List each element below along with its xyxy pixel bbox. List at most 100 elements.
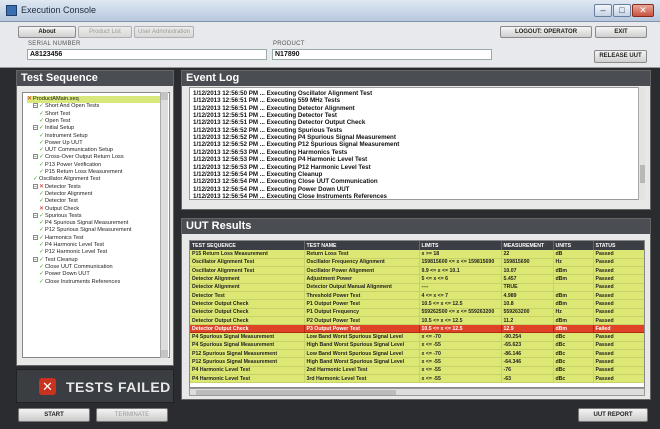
table-cell: ---- xyxy=(419,283,502,293)
table-row[interactable]: Detector Output Check P1 Output Power Tes… xyxy=(190,299,644,309)
sequence-item[interactable]: ✓P12 Harmonic Level Test xyxy=(39,249,107,256)
sequence-item[interactable]: ✓Close Instruments References xyxy=(39,279,120,286)
sequence-item-label: Harmonics Test xyxy=(45,234,84,241)
scroll-up-arrow[interactable] xyxy=(161,92,168,100)
collapse-icon[interactable]: − xyxy=(33,154,38,160)
sequence-item[interactable]: − ✓Cross-Over Output Return Loss xyxy=(33,154,124,161)
collapse-icon[interactable]: − xyxy=(33,103,38,109)
table-cell: dBc xyxy=(553,366,594,375)
log-line: 1/12/2013 12:56:54 PM ... Executing Powe… xyxy=(193,185,350,193)
table-row[interactable]: P4 Spurious Signal Measurement Low Band W… xyxy=(190,332,644,342)
table-row[interactable]: P4 Harmonic Level Test 3rd Harmonic Level… xyxy=(190,374,644,384)
table-row[interactable]: P12 Spurious Signal Measurement Low Band … xyxy=(190,349,644,359)
collapse-icon[interactable]: − xyxy=(33,256,38,262)
sequence-item-label: Power Up UUT xyxy=(45,139,83,146)
sequence-item[interactable]: − ✓Spurious Tests xyxy=(33,212,82,220)
collapse-icon[interactable]: − xyxy=(33,234,38,240)
table-cell: P4 Spurious Signal Measurement xyxy=(190,341,305,351)
table-cell: 159815690 xyxy=(501,258,554,268)
product-list-button[interactable]: Product List xyxy=(78,26,132,38)
sequence-item[interactable]: ✓Open Test xyxy=(39,118,70,125)
release-uut-button[interactable]: RELEASE UUT xyxy=(594,50,647,63)
table-cell: Oscillator Alignment Test xyxy=(190,258,305,268)
column-header[interactable]: STATUS xyxy=(593,241,644,250)
sequence-item[interactable]: ✓P4 Harmonic Level Test xyxy=(39,242,104,249)
table-row[interactable]: Oscillator Alignment Test Oscillator Freq… xyxy=(190,258,644,268)
table-row[interactable]: Detector Alignment Adjustment Power 5 <= x… xyxy=(190,274,644,284)
sequence-item[interactable]: ✓Power Up UUT xyxy=(39,140,83,147)
user-administration-button[interactable]: User Administration xyxy=(134,26,194,38)
collapse-icon[interactable]: − xyxy=(33,125,38,131)
about-button[interactable]: About xyxy=(18,26,76,38)
table-cell: Passed xyxy=(593,341,644,351)
maximize-button[interactable]: □ xyxy=(613,4,631,17)
scroll-thumb[interactable] xyxy=(640,165,645,183)
column-header[interactable]: MEASUREMENT xyxy=(501,241,554,250)
logout-button[interactable]: LOGOUT: OPERATOR xyxy=(500,26,592,38)
table-row[interactable]: P4 Harmonic Level Test 2nd Harmonic Level… xyxy=(190,366,644,375)
table-row[interactable]: Detector Alignment Detector Output Manual… xyxy=(190,283,644,293)
scroll-down-arrow[interactable] xyxy=(161,350,168,358)
results-horizontal-scrollbar[interactable] xyxy=(189,388,645,396)
log-line: 1/12/2013 12:56:52 PM ... Executing P12 … xyxy=(193,141,400,149)
uut-report-button[interactable]: UUT REPORT xyxy=(578,408,648,422)
start-button[interactable]: START xyxy=(18,408,90,422)
sequence-item[interactable]: ✓Short Test xyxy=(39,111,70,118)
table-row[interactable]: P15 Return Loss Measurement Return Loss T… xyxy=(190,250,644,259)
sequence-item[interactable]: ✓P13 Power Verification xyxy=(39,162,101,169)
table-cell: 4.989 xyxy=(501,291,554,301)
table-row[interactable]: Oscillator Alignment Test Oscillator Powe… xyxy=(190,266,644,276)
sequence-item[interactable]: − ✓Short And Open Tests xyxy=(33,103,99,110)
collapse-icon[interactable]: − xyxy=(33,212,38,218)
column-header[interactable]: UNITS xyxy=(553,241,594,250)
sequence-item[interactable]: ✕ProductAMain.seq xyxy=(27,96,165,103)
sequence-item[interactable]: − ✕Detector Tests xyxy=(33,183,81,191)
serial-number-field[interactable]: A8123456 xyxy=(27,49,267,60)
sequence-item[interactable]: − ✓Test Cleanup xyxy=(33,256,78,264)
table-cell: Oscillator Power Alignment xyxy=(304,266,420,276)
table-row[interactable]: P4 Spurious Signal Measurement High Band … xyxy=(190,341,644,351)
sequence-item[interactable]: − ✓Initial Setup xyxy=(33,125,74,132)
sequence-item-label: Close UUT Communication xyxy=(45,263,113,270)
sequence-item[interactable]: ✓P12 Spurious Signal Measurement xyxy=(39,227,131,234)
column-header[interactable]: LIMITS xyxy=(419,241,502,250)
sequence-item[interactable]: ✓Close UUT Communication xyxy=(39,264,113,271)
sequence-item[interactable]: ✓Oscillator Alignment Test xyxy=(33,176,100,183)
sequence-item[interactable]: ✓Power Down UUT xyxy=(39,271,90,278)
test-sequence-tree[interactable]: ✕ProductAMain.seq − ✓Short And Open Tests ✓… xyxy=(22,92,170,358)
sequence-item[interactable]: ✓Detector Alignment xyxy=(39,191,92,198)
event-log-scrollbar[interactable] xyxy=(638,87,645,200)
collapse-icon[interactable]: − xyxy=(33,183,38,189)
table-row[interactable]: Detector Test Threshold Power Test 4 <= x … xyxy=(190,291,644,301)
sequence-item-label: Oscillator Alignment Test xyxy=(39,176,101,183)
table-row[interactable]: Detector Output Check P3 Output Power Tes… xyxy=(190,324,644,334)
column-header[interactable]: TEST NAME xyxy=(304,241,420,250)
terminate-button[interactable]: TERMINATE xyxy=(96,408,168,422)
sequence-item-label: P15 Return Loss Measurement xyxy=(45,169,123,175)
table-row[interactable]: Detector Output Check P1 Output Frequency… xyxy=(190,308,644,317)
table-cell: Passed xyxy=(593,316,644,326)
window-titlebar: Execution Console – □ ✕ xyxy=(0,0,660,22)
scroll-thumb[interactable] xyxy=(196,390,396,395)
table-row[interactable]: P12 Spurious Signal Measurement High Band… xyxy=(190,357,644,367)
column-header[interactable]: TEST SEQUENCE xyxy=(190,241,305,250)
log-line: 1/12/2013 12:56:54 PM ... Executing Clea… xyxy=(193,170,323,178)
sequence-item-label: Test Cleanup xyxy=(45,256,78,263)
sequence-item[interactable]: ✓Detector Test xyxy=(39,198,78,205)
sequence-item[interactable]: ✓UUT Communication Setup xyxy=(39,147,113,154)
table-row[interactable]: Detector Output Check P2 Output Power Tes… xyxy=(190,316,644,326)
sequence-item[interactable]: − ✓Harmonics Test xyxy=(33,234,84,242)
sequence-item[interactable]: ✓Instrument Setup xyxy=(39,133,88,140)
sequence-item[interactable]: ✓P4 Spurious Signal Measurement xyxy=(39,220,128,227)
sequence-item[interactable]: ✓P15 Return Loss Measurement xyxy=(39,169,122,176)
table-cell: Detector Output Check xyxy=(190,308,305,317)
table-cell: Detector Output Check xyxy=(190,324,305,334)
table-cell: -86.146 xyxy=(501,349,554,359)
exit-button[interactable]: EXIT xyxy=(595,26,647,38)
table-cell: P1 Output Frequency xyxy=(304,308,420,317)
product-field[interactable]: N17890 xyxy=(272,49,492,60)
minimize-button[interactable]: – xyxy=(594,4,612,17)
tree-scrollbar[interactable] xyxy=(160,92,168,358)
sequence-item[interactable]: ✕Output Check xyxy=(39,206,79,213)
close-window-button[interactable]: ✕ xyxy=(632,4,654,17)
